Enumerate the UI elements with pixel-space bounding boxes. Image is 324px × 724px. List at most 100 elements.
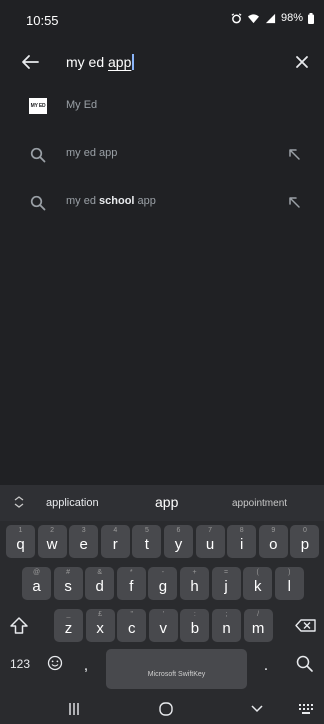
shift-icon	[10, 617, 28, 634]
key-d[interactable]: & d	[85, 567, 115, 600]
key-a[interactable]: @ a	[22, 567, 51, 600]
key-alt-label: &	[97, 569, 103, 576]
key-alt-label: @	[32, 569, 41, 576]
key-label: s	[64, 578, 72, 595]
key-alt-label: *	[129, 569, 133, 576]
suggestion-app-my-ed[interactable]: MY ED My Ed	[0, 84, 324, 130]
key-u[interactable]: 7u	[195, 525, 225, 558]
key-g[interactable]: -g	[148, 567, 178, 600]
key-o[interactable]: 9o	[258, 525, 288, 558]
word-suggestion-3[interactable]: appointment	[232, 498, 287, 509]
key-label: u	[205, 536, 215, 553]
app-thumbnail: MY ED	[29, 98, 47, 114]
search-query-composing: app	[108, 54, 132, 70]
comma-key[interactable]: ,	[76, 657, 96, 675]
key-r[interactable]: 4r	[100, 525, 130, 558]
clear-button[interactable]	[290, 50, 314, 74]
back-button[interactable]	[16, 50, 44, 74]
word-suggestion-1[interactable]: application	[46, 497, 99, 509]
battery-icon	[308, 12, 314, 24]
word-suggestion-2[interactable]: app	[155, 494, 178, 510]
status-icons: 98%	[231, 12, 314, 24]
key-x[interactable]: £ x	[85, 609, 115, 642]
numbers-key[interactable]: 123	[6, 657, 34, 671]
search-icon	[30, 195, 46, 211]
key-alt-label: ;	[225, 611, 228, 618]
key-w[interactable]: 2w	[37, 525, 67, 558]
key-b[interactable]: :b	[180, 609, 210, 642]
key-h[interactable]: + h	[180, 567, 209, 600]
key-q[interactable]: 1q	[6, 525, 35, 558]
key-alt-label: 7	[208, 527, 213, 534]
key-alt-label: :	[193, 611, 196, 618]
key-label: v	[159, 620, 168, 637]
key-j[interactable]: = j	[211, 567, 241, 600]
key-i[interactable]: 8i	[227, 525, 257, 558]
wifi-icon	[247, 13, 259, 23]
key-s[interactable]: # s	[53, 567, 83, 600]
system-nav-bar	[0, 695, 324, 724]
key-label: d	[95, 578, 104, 595]
key-e[interactable]: 3e	[69, 525, 99, 558]
key-y[interactable]: 6y	[164, 525, 193, 558]
keyboard-suggestion-strip: application app appointment	[0, 485, 324, 521]
emoji-key[interactable]	[44, 653, 66, 675]
suggestion-label: My Ed	[66, 99, 98, 111]
key-l[interactable]: ) l	[274, 567, 304, 600]
key-alt-label: 3	[81, 527, 86, 534]
search-input[interactable]: my ed app	[66, 51, 266, 73]
key-label: j	[224, 578, 228, 595]
key-alt-label: 2	[50, 527, 55, 534]
key-label: o	[269, 536, 278, 553]
key-alt-label: 1	[18, 527, 23, 534]
fill-query-arrow-icon[interactable]	[286, 146, 302, 162]
key-label: y	[174, 536, 183, 553]
key-label: e	[79, 536, 88, 553]
key-alt-label: 0	[302, 527, 307, 534]
recents-icon[interactable]	[66, 701, 82, 717]
key-v[interactable]: ' v	[148, 609, 178, 642]
key-label: i	[240, 536, 244, 553]
key-f[interactable]: * f	[116, 567, 146, 600]
space-key[interactable]: Microsoft SwiftKey	[106, 649, 247, 689]
key-c[interactable]: " c	[117, 609, 147, 642]
key-n[interactable]: ; n	[212, 609, 241, 642]
alarm-icon	[231, 12, 242, 23]
close-icon	[296, 56, 308, 68]
arrow-left-icon	[22, 55, 39, 69]
chevron-expand-icon[interactable]	[12, 495, 26, 509]
suggestion-label: my ed school app	[66, 195, 156, 207]
key-label: q	[16, 536, 25, 553]
fill-query-arrow-icon[interactable]	[286, 194, 302, 210]
emoji-icon	[47, 655, 63, 671]
search-key[interactable]	[292, 653, 318, 677]
key-alt-label: (	[256, 569, 259, 576]
key-alt-label: £	[98, 611, 103, 618]
home-icon[interactable]	[158, 701, 174, 717]
key-label: n	[222, 620, 231, 637]
key-alt-label: '	[162, 611, 164, 618]
key-label: c	[127, 620, 136, 637]
hide-keyboard-chevron-icon[interactable]	[249, 701, 265, 717]
suggestion-query-my-ed-app[interactable]: my ed app	[0, 132, 324, 178]
signal-icon	[265, 13, 276, 23]
shift-key[interactable]	[6, 609, 32, 642]
key-p[interactable]: 0p	[290, 525, 320, 558]
key-label: f	[129, 578, 134, 595]
key-alt-label: 8	[239, 527, 244, 534]
key-label: a	[32, 578, 41, 595]
backspace-key[interactable]	[291, 609, 321, 642]
key-alt-label: 9	[271, 527, 276, 534]
key-t[interactable]: 5t	[132, 525, 162, 558]
key-m[interactable]: / m	[243, 609, 273, 642]
keyboard-switch-icon[interactable]	[298, 703, 314, 715]
key-label: l	[287, 578, 291, 595]
key-alt-label: #	[66, 569, 71, 576]
period-key[interactable]: .	[256, 657, 276, 675]
suggestion-query-my-ed-school-app[interactable]: my ed school app	[0, 180, 324, 226]
battery-percent: 98%	[280, 12, 303, 24]
key-z[interactable]: _ z	[54, 609, 83, 642]
key-alt-label: )	[288, 569, 291, 576]
key-k[interactable]: (k	[243, 567, 273, 600]
key-label: t	[144, 536, 149, 553]
